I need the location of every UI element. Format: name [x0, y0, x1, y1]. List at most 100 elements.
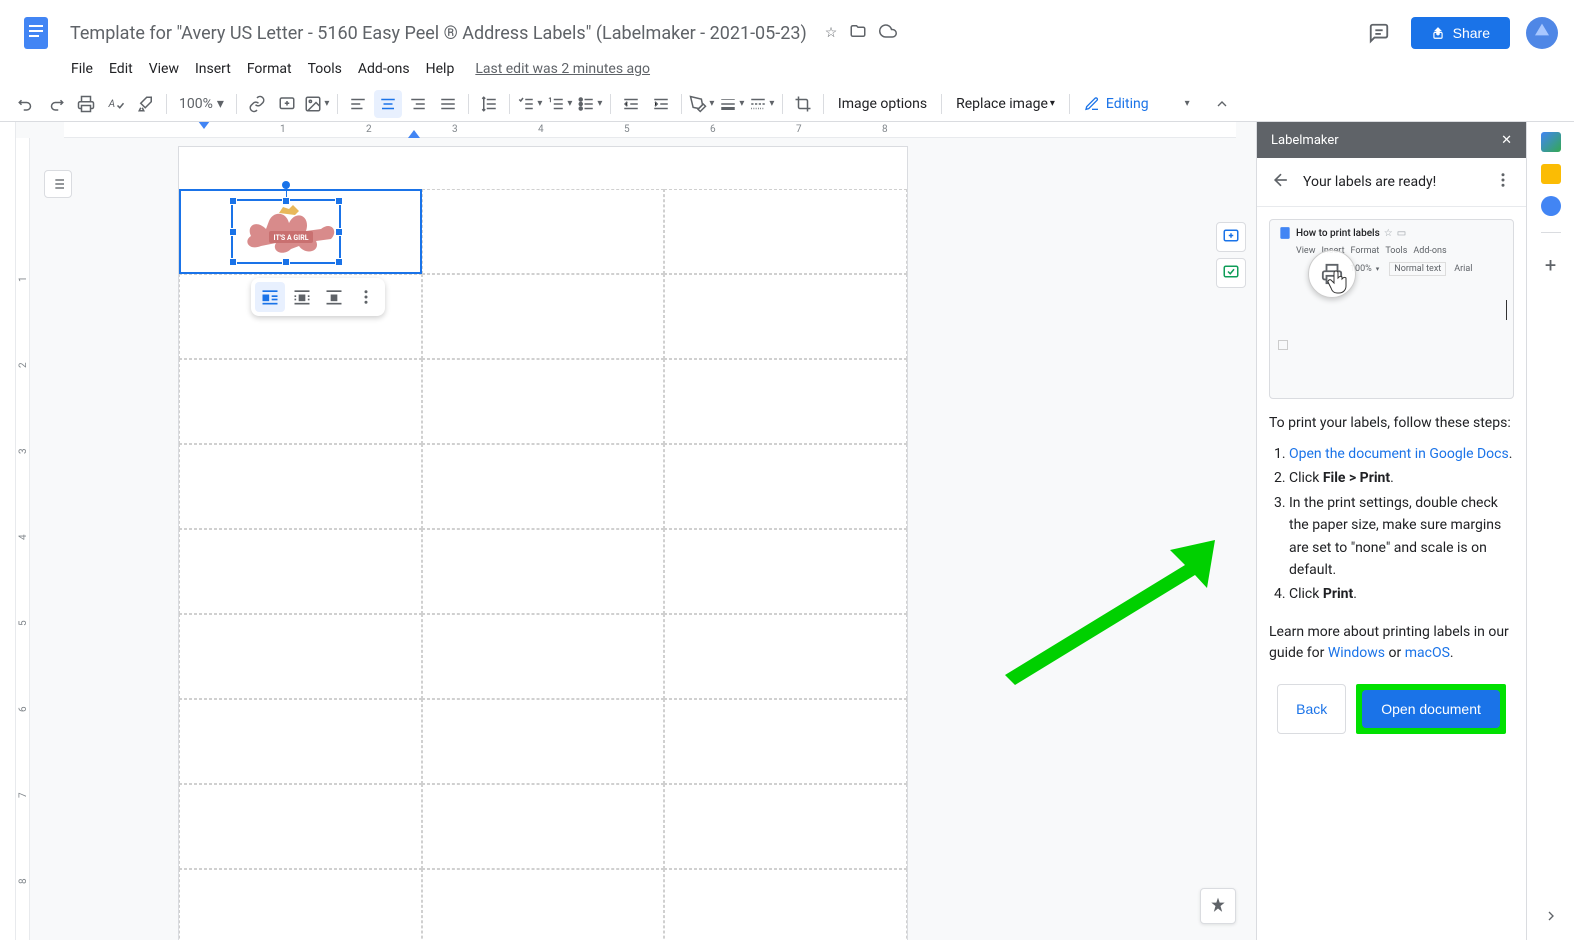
label-cell[interactable] — [179, 614, 422, 699]
label-cell[interactable] — [422, 274, 665, 359]
move-to-folder-icon[interactable] — [849, 22, 867, 44]
numbered-list-button[interactable]: 1▾ — [546, 90, 574, 118]
border-weight-button[interactable]: ▾ — [718, 90, 746, 118]
last-edit-link[interactable]: Last edit was 2 minutes ago — [475, 61, 650, 77]
menu-tools[interactable]: Tools — [301, 59, 349, 79]
label-cell[interactable] — [664, 869, 907, 940]
line-spacing-button[interactable] — [475, 90, 503, 118]
label-cell[interactable] — [664, 614, 907, 699]
star-icon[interactable]: ☆ — [825, 25, 838, 41]
align-justify-button[interactable] — [434, 90, 462, 118]
menu-addons[interactable]: Add-ons — [351, 59, 417, 79]
add-comment-button[interactable] — [1216, 222, 1246, 252]
border-color-button[interactable]: ▾ — [688, 90, 716, 118]
label-cell[interactable] — [422, 784, 665, 869]
share-button[interactable]: Share — [1411, 17, 1510, 49]
label-cell[interactable] — [179, 359, 422, 444]
label-cell[interactable] — [179, 529, 422, 614]
comment-history-button[interactable] — [1363, 17, 1395, 49]
keep-icon[interactable] — [1541, 164, 1561, 184]
label-cell[interactable] — [422, 699, 665, 784]
redo-button[interactable] — [42, 90, 70, 118]
label-cell[interactable] — [664, 699, 907, 784]
label-cell[interactable] — [664, 189, 907, 274]
cloud-status-icon[interactable] — [879, 22, 897, 44]
tasks-icon[interactable] — [1541, 196, 1561, 216]
print-button[interactable] — [72, 90, 100, 118]
menu-edit[interactable]: Edit — [102, 59, 140, 79]
replace-image-button[interactable]: Replace image▾ — [948, 96, 1063, 112]
label-cell[interactable] — [422, 189, 665, 274]
outline-toggle-button[interactable] — [44, 170, 72, 198]
link-button[interactable] — [243, 90, 271, 118]
align-left-button[interactable] — [344, 90, 372, 118]
sidebar-close-button[interactable]: ✕ — [1501, 133, 1512, 148]
label-cell[interactable] — [664, 529, 907, 614]
resize-handle-bm[interactable] — [282, 258, 290, 266]
resize-handle-mr[interactable] — [335, 228, 343, 236]
indent-marker-left-icon[interactable] — [198, 122, 210, 129]
wrap-break-button[interactable] — [319, 282, 349, 312]
label-cell[interactable] — [664, 444, 907, 529]
menu-format[interactable]: Format — [240, 59, 299, 79]
macos-link[interactable]: macOS — [1405, 645, 1450, 661]
wrap-inline-button[interactable] — [255, 282, 285, 312]
label-cell[interactable] — [664, 784, 907, 869]
indent-increase-button[interactable] — [647, 90, 675, 118]
label-cell-selected[interactable]: IT'S A GIRL — [179, 189, 422, 274]
label-cell[interactable] — [664, 274, 907, 359]
doc-title[interactable]: Template for "Avery US Letter - 5160 Eas… — [64, 21, 813, 46]
label-cell[interactable] — [179, 869, 422, 940]
wrap-more-button[interactable] — [351, 282, 381, 312]
editing-mode-button[interactable]: Editing ▾ — [1076, 92, 1198, 116]
indent-decrease-button[interactable] — [617, 90, 645, 118]
resize-handle-ml[interactable] — [229, 228, 237, 236]
get-addons-button[interactable]: + — [1545, 253, 1556, 277]
calendar-icon[interactable] — [1541, 132, 1561, 152]
more-options-icon[interactable] — [1494, 171, 1512, 193]
comment-button[interactable] — [273, 90, 301, 118]
open-document-button[interactable]: Open document — [1362, 690, 1500, 728]
back-button[interactable]: Back — [1277, 684, 1346, 734]
horizontal-ruler[interactable]: 1 2 3 4 5 6 7 8 — [64, 122, 1236, 138]
label-cell[interactable] — [422, 614, 665, 699]
resize-handle-tr[interactable] — [335, 197, 343, 205]
label-cell[interactable] — [422, 444, 665, 529]
label-cell[interactable] — [422, 869, 665, 940]
align-center-button[interactable] — [374, 90, 402, 118]
border-dash-button[interactable]: ▾ — [748, 90, 776, 118]
paint-format-button[interactable] — [132, 90, 160, 118]
image-button[interactable]: ▾ — [303, 90, 331, 118]
image-selection-box[interactable] — [231, 199, 341, 264]
menu-file[interactable]: File — [64, 59, 100, 79]
indent-marker-right-icon[interactable] — [408, 130, 420, 138]
menu-view[interactable]: View — [142, 59, 186, 79]
undo-button[interactable] — [12, 90, 40, 118]
label-cell[interactable] — [179, 699, 422, 784]
align-right-button[interactable] — [404, 90, 432, 118]
zoom-select[interactable]: 100% ▾ — [173, 96, 230, 112]
wrap-text-button[interactable] — [287, 282, 317, 312]
menu-insert[interactable]: Insert — [188, 59, 238, 79]
explore-button[interactable] — [1200, 888, 1236, 924]
menu-help[interactable]: Help — [419, 59, 462, 79]
crop-button[interactable] — [789, 90, 817, 118]
label-cell[interactable] — [422, 529, 665, 614]
label-cell[interactable] — [179, 784, 422, 869]
docs-logo[interactable] — [16, 13, 56, 53]
hide-side-panel-button[interactable] — [1543, 908, 1559, 928]
resize-handle-tm[interactable] — [282, 197, 290, 205]
resize-handle-tl[interactable] — [229, 197, 237, 205]
open-doc-link[interactable]: Open the document in Google Docs — [1289, 446, 1509, 462]
resize-handle-bl[interactable] — [229, 258, 237, 266]
image-options-button[interactable]: Image options — [830, 96, 935, 112]
document-page[interactable]: IT'S A GIRL — [178, 146, 908, 940]
hide-menus-button[interactable] — [1208, 90, 1236, 118]
label-cell[interactable] — [179, 444, 422, 529]
checklist-button[interactable]: ▾ — [516, 90, 544, 118]
account-avatar[interactable] — [1526, 17, 1558, 49]
windows-link[interactable]: Windows — [1328, 645, 1385, 661]
label-cell[interactable] — [664, 359, 907, 444]
spellcheck-button[interactable]: A — [102, 90, 130, 118]
resize-handle-br[interactable] — [335, 258, 343, 266]
